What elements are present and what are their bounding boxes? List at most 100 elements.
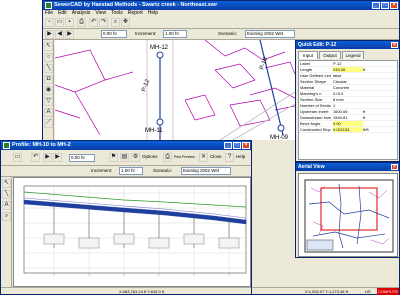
minimize-icon[interactable]: _ <box>372 2 380 9</box>
scenario-select[interactable]: Existing 2002 Wet <box>245 30 295 38</box>
tab-input[interactable]: Input <box>298 51 318 59</box>
pipe-tool-icon[interactable]: ╲ <box>44 64 53 73</box>
property-unit <box>363 97 371 102</box>
profile-file-icon[interactable]: ▭ <box>13 153 22 162</box>
aerial-close-icon[interactable]: × <box>391 164 398 170</box>
property-value[interactable]: 1600.06 <box>333 109 363 114</box>
plan-view-canvas[interactable]: MH-12 P-12 MH-11 P-10 MH-09 <box>55 40 295 140</box>
profile-close-icon[interactable]: × <box>242 142 250 149</box>
property-value[interactable]: false <box>333 73 363 78</box>
quick-edit-title: Quick Edit: P-12 <box>298 42 337 48</box>
profile-options-icon[interactable]: ⚙ <box>131 153 140 162</box>
step-back-icon[interactable]: ◀ <box>55 30 64 39</box>
menu-file[interactable]: File <box>45 10 53 17</box>
property-value[interactable]: 8 inch <box>333 97 363 102</box>
quick-edit-panel: Quick Edit: P-12 × Input Output Legend L… <box>295 40 400 162</box>
new-file-icon[interactable]: ▫ <box>45 18 54 27</box>
text-tool-icon[interactable]: A <box>44 108 53 117</box>
property-value[interactable]: 1 <box>333 103 363 108</box>
manhole-tool-icon[interactable]: ○ <box>44 53 53 62</box>
quick-edit-title-bar[interactable]: Quick Edit: P-12 × <box>296 41 399 49</box>
property-value[interactable]: 0.021133 <box>333 127 363 132</box>
profile-flag-icon[interactable]: ⚑ <box>109 153 118 162</box>
profile-zoom-icon[interactable]: ⌕ <box>2 212 11 221</box>
print-icon[interactable]: ⎙ <box>77 18 86 27</box>
maximize-icon[interactable]: □ <box>381 2 389 9</box>
profile-help-label[interactable]: Help <box>236 153 245 161</box>
menu-help[interactable]: Help <box>148 10 158 17</box>
profile-scenario-select[interactable]: Existing 2002 Wet <box>181 167 231 175</box>
profile-chart-icon[interactable]: ▤ <box>120 153 129 162</box>
profile-print-icon[interactable]: ⎙ <box>163 153 172 162</box>
plan-label-mh11: MH-11 <box>145 128 163 134</box>
profile-undo-icon[interactable]: ↶ <box>31 153 40 162</box>
close-icon[interactable]: × <box>390 2 398 9</box>
profile-increment-field[interactable]: 1.00 hr <box>119 167 143 175</box>
aerial-view-canvas[interactable] <box>298 173 398 257</box>
profile-close-label[interactable]: Close <box>210 153 222 161</box>
profile-close-button-icon[interactable]: ✕ <box>199 153 208 162</box>
property-unit <box>363 61 371 66</box>
select-tool-icon[interactable]: ↖ <box>44 42 53 51</box>
plan-view-drawing: MH-12 P-12 MH-11 P-10 MH-09 <box>55 40 295 140</box>
property-name: Bend Angle <box>300 121 321 126</box>
menu-view[interactable]: View <box>95 10 106 17</box>
profile-maximize-icon[interactable]: □ <box>233 142 241 149</box>
property-name: User Defined Len <box>300 73 332 78</box>
property-value[interactable]: 0.013 <box>333 91 363 96</box>
profile-step-icon[interactable]: ▶ <box>53 153 62 162</box>
pipe-profile-band <box>23 199 247 225</box>
profile-play-icon[interactable]: ▶ <box>43 153 52 162</box>
property-name: Material <box>300 85 315 90</box>
property-value[interactable]: 1594.81 <box>333 115 363 120</box>
property-value[interactable]: Concrete <box>333 85 363 90</box>
open-file-icon[interactable]: ▭ <box>55 18 64 27</box>
profile-select-icon[interactable]: ↖ <box>2 179 11 188</box>
aerial-view-title-bar[interactable]: Aerial View × <box>296 163 399 171</box>
quick-edit-tabs: Input Output Legend <box>298 51 398 60</box>
property-value[interactable]: P-12 <box>333 61 363 66</box>
time-field[interactable]: 0.00 hr <box>101 30 127 38</box>
menu-tools[interactable]: Tools <box>111 10 123 17</box>
zoom-icon[interactable]: ⌕ <box>111 18 120 27</box>
redo-icon[interactable]: ↷ <box>99 18 108 27</box>
menu-report[interactable]: Report <box>128 10 143 17</box>
wetwell-tool-icon[interactable]: ◘ <box>44 75 53 84</box>
main-toolbar: ▫ ▭ ▪ ⎙ ↶ ↷ ⌕ ✥ <box>43 17 399 29</box>
profile-chart-canvas[interactable] <box>13 177 251 287</box>
increment-field[interactable]: 1.00 hr <box>163 30 187 38</box>
profile-minimize-icon[interactable]: _ <box>224 142 232 149</box>
profile-print-label[interactable]: Print Preview <box>174 153 195 161</box>
menu-edit[interactable]: Edit <box>58 10 67 17</box>
aerial-view-title: Aerial View <box>298 164 325 170</box>
profile-options-label[interactable]: Options <box>142 153 158 161</box>
property-value[interactable]: Circular <box>333 79 363 84</box>
property-name: Manning's n <box>300 91 322 96</box>
profile-time-field[interactable]: 0.00 hr <box>69 154 95 162</box>
profile-window-title: Profile: MH-10 to MH-2 <box>12 142 71 148</box>
profile-text-icon[interactable]: A <box>2 201 11 210</box>
property-value[interactable]: 249.06 <box>333 67 363 72</box>
play-icon[interactable]: ▶ <box>45 30 54 39</box>
property-row[interactable]: Constructed Slop 0.021133 ft/ft <box>299 127 397 133</box>
property-name: Downstream Inve <box>300 115 332 120</box>
property-name: Label <box>300 61 310 66</box>
sewer-pipes <box>159 40 284 140</box>
line-tool-icon[interactable]: ／ <box>44 119 53 128</box>
save-icon[interactable]: ▪ <box>65 18 74 27</box>
pump-tool-icon[interactable]: ◉ <box>44 86 53 95</box>
profile-help-icon[interactable]: ? <box>225 153 234 162</box>
property-value[interactable]: 0.00 <box>333 121 363 126</box>
tab-output[interactable]: Output <box>319 51 341 59</box>
outlet-tool-icon[interactable]: ▽ <box>44 97 53 106</box>
profile-title-bar[interactable]: Profile: MH-10 to MH-2 _ □ × <box>1 141 251 150</box>
profile-line-icon[interactable]: ╲ <box>2 190 11 199</box>
aerial-map-drawing <box>304 179 394 253</box>
menu-analysis[interactable]: Analysis <box>72 10 91 17</box>
pan-icon[interactable]: ✥ <box>121 18 130 27</box>
step-forward-icon[interactable]: ▶ <box>65 30 74 39</box>
tab-legend[interactable]: Legend <box>342 51 364 59</box>
quick-edit-close-icon[interactable]: × <box>391 42 398 48</box>
undo-icon[interactable]: ↶ <box>89 18 98 27</box>
main-title-bar[interactable]: SewerCAD by Haestad Methods - Swartz cre… <box>43 1 399 10</box>
